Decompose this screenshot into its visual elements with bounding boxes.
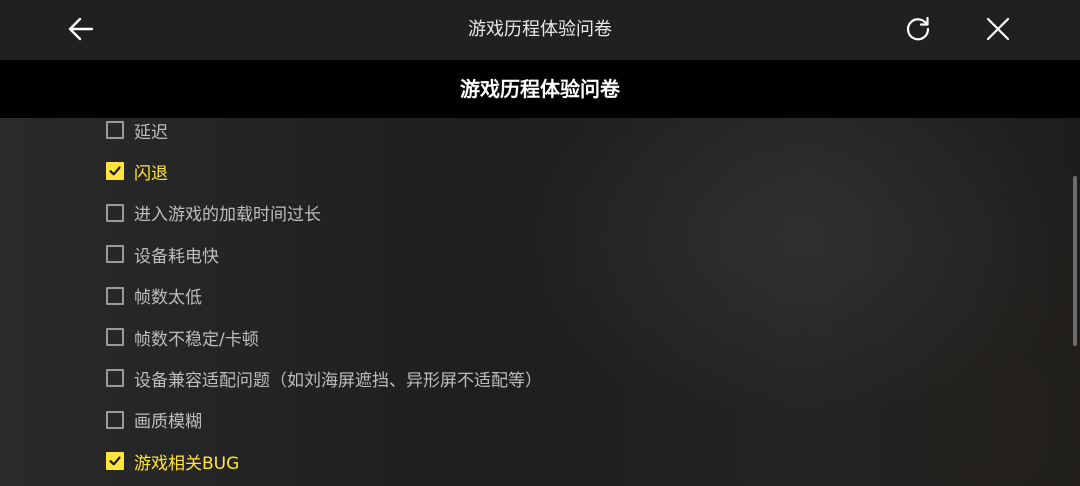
checkbox-checked[interactable]: [106, 162, 124, 181]
close-button[interactable]: [978, 9, 1018, 49]
checkbox-unchecked[interactable]: [106, 328, 124, 346]
survey-option[interactable]: 帧数不稳定/卡顿: [106, 323, 259, 351]
option-label: 进入游戏的加载时间过长: [134, 205, 321, 226]
top-bar: 游戏历程体验问卷: [0, 0, 1080, 60]
checkbox-unchecked[interactable]: [106, 410, 124, 429]
option-label: 闪退: [134, 163, 168, 184]
survey-option[interactable]: 画质模糊: [106, 406, 202, 434]
survey-option[interactable]: 延迟: [106, 118, 168, 144]
survey-option[interactable]: 设备兼容适配问题（如刘海屏遮挡、异形屏不适配等）: [106, 364, 542, 392]
survey-option[interactable]: 闪退: [106, 157, 168, 185]
option-label: 设备耗电快: [134, 246, 219, 267]
checkmark-icon: [109, 456, 121, 466]
refresh-icon: [906, 16, 930, 41]
survey-option[interactable]: 进入游戏的加载时间过长: [106, 199, 321, 227]
option-label: 画质模糊: [134, 412, 202, 433]
arrow-left-icon: [68, 17, 94, 41]
checkbox-unchecked[interactable]: [106, 121, 124, 139]
checkbox-unchecked[interactable]: [106, 203, 124, 222]
survey-option[interactable]: 设备耗电快: [106, 240, 219, 268]
checkbox-unchecked[interactable]: [106, 369, 124, 388]
option-label: 延迟: [134, 122, 168, 143]
survey-option[interactable]: 游戏相关BUG: [106, 447, 239, 475]
survey-header: 游戏历程体验问卷: [0, 60, 1080, 118]
survey-option[interactable]: 帧数太低: [106, 282, 202, 310]
scrollbar[interactable]: [1073, 176, 1077, 346]
checkmark-icon: [109, 166, 121, 176]
option-label: 帧数不稳定/卡顿: [134, 329, 259, 350]
option-label: 帧数太低: [134, 288, 202, 309]
checkbox-unchecked[interactable]: [106, 286, 124, 305]
checkbox-unchecked[interactable]: [106, 245, 124, 264]
survey-title: 游戏历程体验问卷: [460, 77, 620, 101]
option-label: 设备兼容适配问题（如刘海屏遮挡、异形屏不适配等）: [134, 370, 542, 391]
back-button[interactable]: [61, 9, 101, 49]
survey-content: 延迟闪退进入游戏的加载时间过长 设备耗电快帧数太低帧数不稳定/卡顿设备兼容适配问题…: [0, 118, 1080, 486]
option-label: 游戏相关BUG: [134, 453, 240, 474]
close-icon: [986, 17, 1010, 41]
checkbox-checked[interactable]: [106, 452, 124, 471]
refresh-button[interactable]: [898, 9, 938, 49]
